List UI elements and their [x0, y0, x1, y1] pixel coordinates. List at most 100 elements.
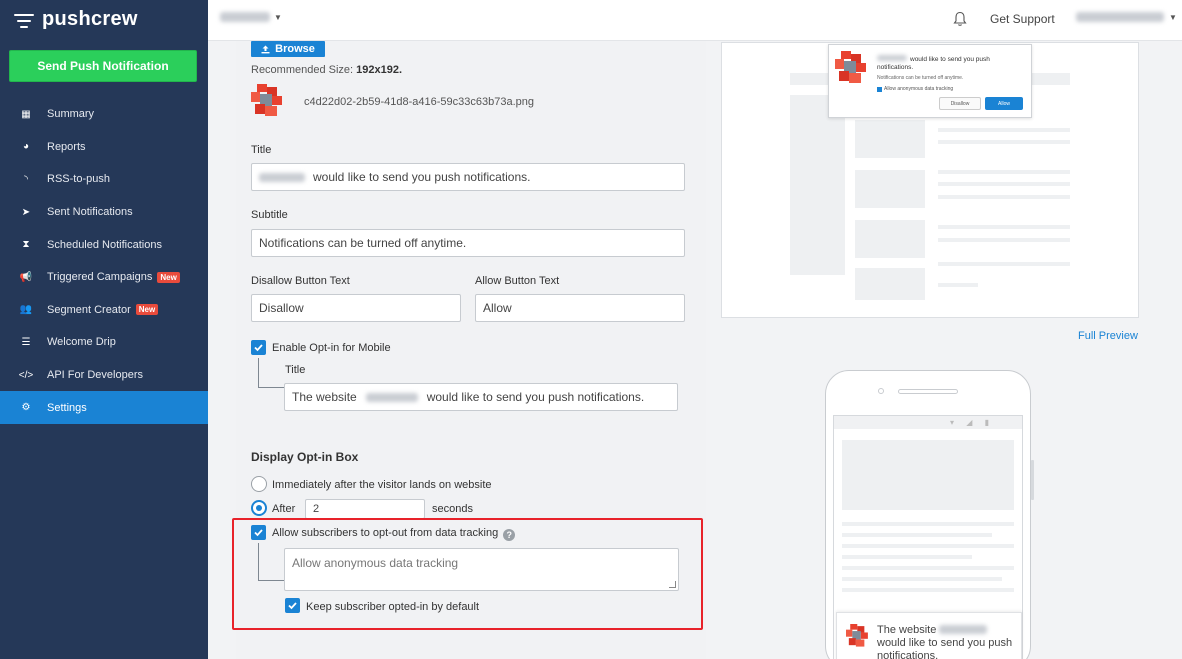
placeholder-line	[842, 533, 992, 537]
sidebar-nav: ▦ Summary ◕ Reports ◝ RSS-to-push ➤ Sent Notifi…	[0, 98, 208, 424]
placeholder-line	[842, 522, 1014, 526]
bell-icon[interactable]	[953, 11, 967, 27]
mobile-title-label: Title	[285, 364, 306, 376]
optin-popup-preview: would like to send you push notification…	[828, 44, 1032, 118]
subtitle-label: Subtitle	[251, 209, 288, 221]
site-name-redacted	[877, 55, 907, 61]
tree-connector	[258, 358, 284, 388]
full-preview-link[interactable]: Full Preview	[1078, 330, 1138, 342]
optout-data-tracking-checkbox[interactable]	[251, 525, 266, 540]
sidebar-item-segment-creator[interactable]: 👥 Segment Creator New	[0, 294, 208, 327]
account-name-redacted	[1076, 12, 1164, 22]
chevron-down-icon: ▼	[1169, 12, 1177, 22]
optout-data-tracking-text: Allow subscribers to opt-out from data t…	[272, 527, 499, 539]
sidebar-item-triggered-campaigns[interactable]: 📢 Triggered Campaigns New	[0, 261, 208, 294]
hourglass-icon: ⧗	[22, 239, 30, 251]
resize-handle[interactable]	[669, 581, 676, 588]
display-optin-section-title: Display Opt-in Box	[251, 450, 359, 464]
allow-button-text-input[interactable]: Allow	[475, 294, 685, 322]
uploaded-icon-thumbnail	[251, 84, 282, 116]
logo-icon	[14, 11, 36, 29]
placeholder-line	[842, 566, 1014, 570]
sidebar-item-label: Settings	[47, 401, 87, 414]
sidebar-item-label: Welcome Drip	[47, 336, 116, 349]
sidebar-item-settings[interactable]: ⚙ Settings	[0, 391, 208, 424]
popup-checkbox: Allow anonymous data tracking	[877, 86, 953, 92]
placeholder-column	[790, 95, 845, 275]
sidebar-item-sent-notifications[interactable]: ➤ Sent Notifications	[0, 196, 208, 229]
uploaded-filename: c4d22d02-2b59-41d8-a416-59c33c63b73a.png	[304, 96, 534, 108]
enable-mobile-optin-label: Enable Opt-in for Mobile	[272, 342, 391, 354]
after-seconds-radio[interactable]	[251, 500, 267, 516]
get-support-link[interactable]: Get Support	[990, 12, 1055, 26]
popup-allow-button: Allow	[985, 97, 1023, 110]
placeholder-line	[938, 182, 1070, 186]
enable-mobile-optin-checkbox[interactable]	[251, 340, 266, 355]
gear-icon: ⚙	[21, 402, 31, 414]
title-input[interactable]: would like to send you push notification…	[251, 163, 685, 191]
subtitle-input[interactable]: Notifications can be turned off anytime.	[251, 229, 685, 257]
disallow-button-text-label: Disallow Button Text	[251, 275, 350, 287]
keep-opted-in-checkbox[interactable]	[285, 598, 300, 613]
tree-connector	[258, 543, 284, 581]
mobile-optin-suffix: would like to send you push notification…	[877, 637, 1013, 659]
code-icon: </>	[18, 369, 34, 381]
sidebar-item-scheduled-notifications[interactable]: ⧗ Scheduled Notifications	[0, 228, 208, 261]
status-icons: ▾ ◢ ▮	[950, 418, 995, 427]
optout-text-textarea[interactable]: Allow anonymous data tracking	[284, 548, 679, 591]
recommended-size: Recommended Size: 192x192.	[251, 64, 402, 76]
title-label: Title	[251, 144, 272, 156]
site-name-redacted	[259, 172, 305, 182]
popup-subtitle: Notifications can be turned off anytime.	[877, 75, 964, 81]
sidebar-item-summary[interactable]: ▦ Summary	[0, 98, 208, 131]
placeholder-line	[842, 577, 1002, 581]
placeholder-line	[938, 283, 978, 287]
sidebar-item-label: Summary	[47, 108, 95, 121]
megaphone-icon: 📢	[19, 271, 33, 283]
sidebar-item-welcome-drip[interactable]: ☰ Welcome Drip	[0, 326, 208, 359]
site-selector[interactable]: ▼	[220, 12, 282, 22]
rss-icon: ◝	[24, 173, 28, 185]
popup-icon	[835, 51, 866, 83]
pie-chart-icon: ◕	[22, 141, 30, 153]
send-push-notification-button[interactable]: Send Push Notification	[9, 50, 197, 82]
logo-text: pushcrew	[42, 8, 138, 30]
mobile-popup-icon	[846, 624, 868, 647]
immediate-radio-label: Immediately after the visitor lands on w…	[272, 479, 492, 491]
new-badge: New	[157, 271, 180, 283]
disallow-button-text-input[interactable]: Disallow	[251, 294, 461, 322]
account-menu[interactable]: ▼	[1076, 12, 1177, 22]
placeholder-line	[938, 195, 1070, 199]
help-icon[interactable]: ?	[503, 529, 516, 541]
phone-side-button	[1031, 460, 1034, 500]
recommended-size-value: 192x192.	[356, 64, 403, 76]
sidebar: pushcrew Send Push Notification ▦ Summary…	[0, 0, 208, 659]
placeholder-block	[855, 220, 925, 258]
sidebar-item-reports[interactable]: ◕ Reports	[0, 131, 208, 164]
checkmark-icon	[254, 344, 263, 352]
users-icon: 👥	[19, 304, 33, 316]
site-name-redacted	[365, 392, 418, 402]
optout-text-value: Allow anonymous data tracking	[292, 556, 459, 570]
sidebar-item-label: Scheduled Notifications	[47, 238, 162, 251]
placeholder-block	[855, 268, 925, 300]
after-seconds-input[interactable]: 2	[305, 499, 425, 519]
sidebar-item-rss-to-push[interactable]: ◝ RSS-to-push	[0, 163, 208, 196]
placeholder-line	[938, 225, 1070, 229]
grid-icon: ▦	[21, 108, 31, 120]
mobile-title-prefix: The website	[292, 390, 357, 404]
after-radio-label: After	[272, 503, 296, 515]
sidebar-item-api-for-developers[interactable]: </> API For Developers	[0, 359, 208, 392]
browse-label: Browse	[275, 43, 315, 55]
topbar: ▼ Get Support ▼	[208, 0, 1182, 41]
mobile-optin-preview: The website would like to send you push …	[836, 612, 1022, 659]
site-name-redacted	[220, 12, 270, 22]
immediate-radio[interactable]	[251, 476, 267, 492]
sidebar-item-label: Segment Creator	[47, 303, 131, 316]
site-name-redacted	[939, 625, 988, 634]
placeholder-line	[938, 128, 1070, 132]
mobile-title-input[interactable]: The website would like to send you push …	[284, 383, 678, 411]
placeholder-block	[855, 170, 925, 208]
browse-button[interactable]: Browse	[251, 41, 325, 57]
logo[interactable]: pushcrew	[14, 8, 138, 31]
